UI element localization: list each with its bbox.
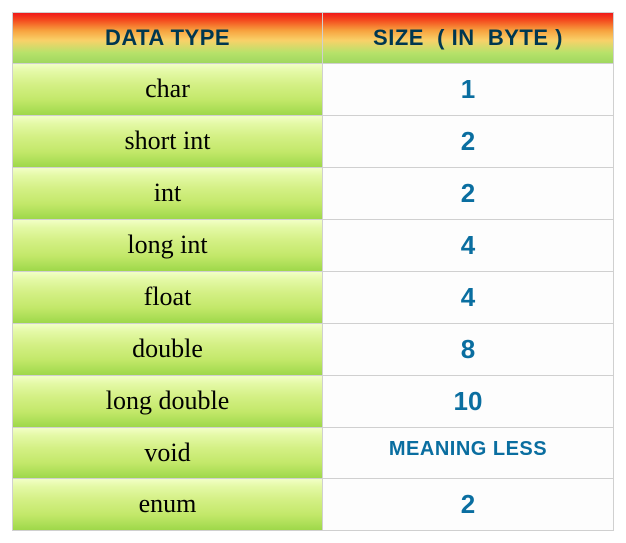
table-row: double 8 [13, 324, 613, 376]
table-header-row: DATA TYPE SIZE ( IN BYTE ) [13, 13, 613, 64]
table-row: short int 2 [13, 116, 613, 168]
cell-type: char [13, 64, 323, 115]
data-type-size-table: DATA TYPE SIZE ( IN BYTE ) char 1 short … [12, 12, 614, 531]
cell-size: 1 [323, 64, 613, 115]
table-row: char 1 [13, 64, 613, 116]
cell-type: double [13, 324, 323, 375]
cell-type: enum [13, 479, 323, 530]
cell-type: void [13, 428, 323, 478]
cell-type: int [13, 168, 323, 219]
table-row: long int 4 [13, 220, 613, 272]
table-row: enum 2 [13, 479, 613, 530]
cell-type: float [13, 272, 323, 323]
cell-type: long int [13, 220, 323, 271]
table-row: float 4 [13, 272, 613, 324]
cell-size: 2 [323, 168, 613, 219]
cell-size: 10 [323, 376, 613, 427]
table-row: int 2 [13, 168, 613, 220]
cell-size: 4 [323, 220, 613, 271]
cell-size: 8 [323, 324, 613, 375]
cell-size: MEANING LESS [323, 428, 613, 478]
cell-size: 2 [323, 479, 613, 530]
cell-size: 4 [323, 272, 613, 323]
table-row: long double 10 [13, 376, 613, 428]
header-size: SIZE ( IN BYTE ) [323, 13, 613, 63]
header-data-type: DATA TYPE [13, 13, 323, 63]
cell-type: short int [13, 116, 323, 167]
table-row: void MEANING LESS [13, 428, 613, 479]
cell-size: 2 [323, 116, 613, 167]
cell-type: long double [13, 376, 323, 427]
